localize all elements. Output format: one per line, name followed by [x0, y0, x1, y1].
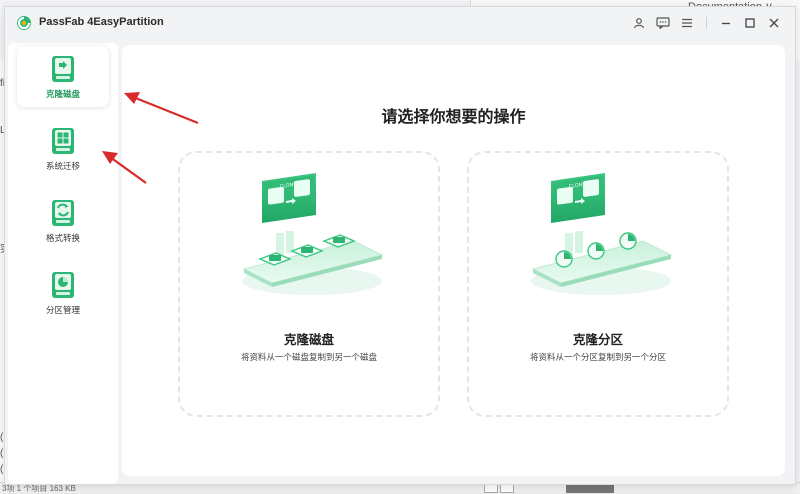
title-bar: PassFab 4EasyPartition — [5, 7, 795, 39]
menu-icon[interactable] — [678, 14, 696, 32]
background-progress — [566, 485, 614, 493]
page-title: 请选择你想要的操作 — [381, 109, 526, 126]
clone-partition-card[interactable]: CLONE 克隆分区 将资料从一个分区复制到另一个分区 — [467, 151, 729, 417]
card-title: 克隆磁盘 — [283, 333, 334, 347]
sidebar-item-clone-disk[interactable]: 克隆磁盘 — [17, 46, 109, 107]
clone-partition-illustration: CLONE — [531, 173, 673, 295]
feedback-icon[interactable] — [654, 14, 672, 32]
sidebar: 克隆磁盘 系统迁移 格式转换 分区管理 — [8, 43, 118, 484]
window-controls — [630, 14, 783, 32]
clone-disk-illustration: CLONE — [242, 173, 384, 295]
card-description: 将资料从一个磁盘复制到另一个磁盘 — [240, 352, 377, 362]
clone-disk-card[interactable]: CLONE 克隆磁盘 将资料从一个磁盘复制到另一个磁盘 — [178, 151, 440, 417]
card-title: 克隆分区 — [572, 333, 623, 347]
sidebar-item-partition-manage[interactable]: 分区管理 — [17, 262, 109, 323]
app-title: PassFab 4EasyPartition — [39, 16, 164, 28]
clone-disk-icon — [52, 56, 74, 82]
title-separator — [706, 17, 707, 29]
close-icon[interactable] — [765, 14, 783, 32]
sidebar-item-format-convert[interactable]: 格式转换 — [17, 190, 109, 251]
sidebar-item-label: 克隆磁盘 — [45, 89, 80, 99]
user-icon[interactable] — [630, 14, 648, 32]
format-convert-icon — [52, 200, 74, 226]
app-window: PassFab 4EasyPartition 克隆磁盘 系统迁移 格式转换 分区… — [4, 6, 796, 485]
card-description: 将资料从一个分区复制到另一个分区 — [529, 352, 666, 362]
maximize-icon[interactable] — [741, 14, 759, 32]
minimize-icon[interactable] — [717, 14, 735, 32]
main-content: 请选择你想要的操作 CLONE 克隆磁盘 将资料从一个磁盘复制到另一个磁盘 CL… — [122, 45, 785, 476]
system-migrate-icon — [52, 128, 74, 154]
sidebar-item-label: 分区管理 — [45, 305, 80, 315]
partition-manage-icon — [52, 272, 74, 298]
sidebar-item-system-migrate[interactable]: 系统迁移 — [17, 118, 109, 179]
sidebar-item-label: 格式转换 — [45, 233, 80, 243]
app-logo-icon — [17, 16, 31, 30]
sidebar-item-label: 系统迁移 — [45, 161, 80, 171]
